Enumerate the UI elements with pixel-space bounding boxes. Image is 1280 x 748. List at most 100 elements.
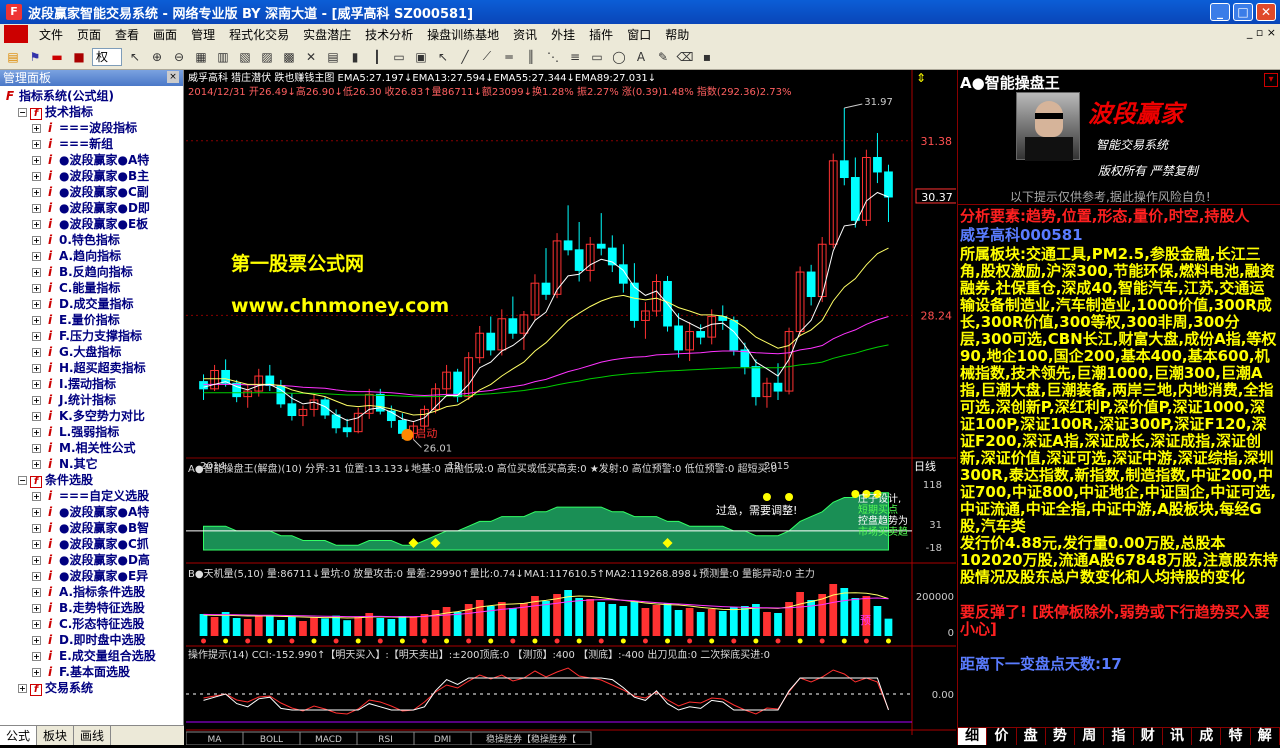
bottom-tab-label[interactable]: 稳操胜券【稳操胜券【 <box>486 733 576 745</box>
expand-icon[interactable]: + <box>32 652 41 661</box>
tree-item[interactable]: − f 条件选股 <box>0 472 184 488</box>
minus-icon[interactable]: ▬ <box>48 48 66 66</box>
tree-item[interactable]: + i F.压力支撑指标 <box>0 328 184 344</box>
info-tab-4[interactable]: 周 <box>1075 728 1105 745</box>
close-button[interactable]: ✕ <box>1256 3 1276 21</box>
tree-item[interactable]: + i B.反趋向指标 <box>0 264 184 280</box>
tree-item[interactable]: + i E.量价指标 <box>0 312 184 328</box>
info-tab-8[interactable]: 成 <box>1192 728 1222 745</box>
panel-tab-0[interactable]: 公式 <box>0 726 38 745</box>
info-tab-1[interactable]: 价 <box>987 728 1017 745</box>
expand-icon[interactable]: + <box>32 412 41 421</box>
menu-9[interactable]: 资讯 <box>506 26 544 43</box>
layout-icon[interactable]: ▥ <box>214 48 232 66</box>
expand-icon[interactable]: + <box>32 588 41 597</box>
close-panel-icon[interactable]: × <box>167 71 179 83</box>
expand-icon[interactable]: + <box>32 220 41 229</box>
stop-icon[interactable]: ■ <box>70 48 88 66</box>
info-tab-0[interactable]: 细 <box>958 728 988 745</box>
tree-item[interactable]: + i 0.特色指标 <box>0 232 184 248</box>
stats-icon[interactable]: ▨ <box>258 48 276 66</box>
tree-item[interactable]: + i ===新组 <box>0 136 184 152</box>
tree-item[interactable]: + i ●波段赢家●B主 <box>0 168 184 184</box>
expand-icon[interactable]: + <box>18 684 27 693</box>
fan-icon[interactable]: ⋱ <box>544 48 562 66</box>
tree-item[interactable]: + i J.统计指标 <box>0 392 184 408</box>
expand-icon[interactable]: + <box>32 204 41 213</box>
expand-icon[interactable]: + <box>32 236 41 245</box>
panel-tab-1[interactable]: 板块 <box>37 726 75 745</box>
tree-item[interactable]: − f 技术指标 <box>0 104 184 120</box>
tree-item[interactable]: + i I.摆动指标 <box>0 376 184 392</box>
eraser-icon[interactable]: ⌫ <box>676 48 694 66</box>
expand-icon[interactable]: + <box>32 332 41 341</box>
tree-item[interactable]: + i H.超买超卖指标 <box>0 360 184 376</box>
expand-icon[interactable]: + <box>32 396 41 405</box>
tree-item[interactable]: + i A.趋向指标 <box>0 248 184 264</box>
tree-item[interactable]: + i K.多空势力对比 <box>0 408 184 424</box>
tree-item[interactable]: + i M.相关性公式 <box>0 440 184 456</box>
cursor-icon[interactable]: ↖ <box>126 48 144 66</box>
tree-item[interactable]: + i G.大盘指标 <box>0 344 184 360</box>
expand-icon[interactable]: + <box>32 460 41 469</box>
bottom-tab-label[interactable]: MACD <box>315 735 342 745</box>
expand-icon[interactable]: + <box>32 364 41 373</box>
menu-11[interactable]: 插件 <box>582 26 620 43</box>
menu-2[interactable]: 查看 <box>108 26 146 43</box>
tree-item[interactable]: F 指标系统(公式组) <box>0 88 184 104</box>
table-icon[interactable]: ▤ <box>324 48 342 66</box>
menu-4[interactable]: 管理 <box>184 26 222 43</box>
zoom-out-icon[interactable]: ⊖ <box>170 48 188 66</box>
tree-item[interactable]: + i ===波段指标 <box>0 120 184 136</box>
expand-icon[interactable]: + <box>32 300 41 309</box>
ellipse-icon[interactable]: ◯ <box>610 48 628 66</box>
open-icon[interactable]: ▤ <box>4 48 22 66</box>
tree-item[interactable]: + i C.能量指标 <box>0 280 184 296</box>
expand-icon[interactable]: + <box>32 140 41 149</box>
maximize-button[interactable]: □ <box>1233 3 1253 21</box>
expand-icon[interactable]: + <box>32 572 41 581</box>
tree-item[interactable]: + i ●波段赢家●B智 <box>0 520 184 536</box>
expand-icon[interactable]: + <box>32 380 41 389</box>
tree-item[interactable]: + i E.成交量组合选股 <box>0 648 184 664</box>
tree-item[interactable]: + i L.强弱指标 <box>0 424 184 440</box>
tree-item[interactable]: + i B.走势特征选股 <box>0 600 184 616</box>
expand-icon[interactable]: + <box>32 636 41 645</box>
expand-icon[interactable]: + <box>32 348 41 357</box>
rect-icon[interactable]: ▭ <box>588 48 606 66</box>
bottom-tab-label[interactable]: DMI <box>434 735 451 745</box>
monitor-icon[interactable]: ▣ <box>412 48 430 66</box>
tree-item[interactable]: + i D.即时盘中选股 <box>0 632 184 648</box>
tree-item[interactable]: + i C.形态特征选股 <box>0 616 184 632</box>
info-tab-2[interactable]: 盘 <box>1016 728 1046 745</box>
tree-item[interactable]: + i ●波段赢家●A特 <box>0 152 184 168</box>
expand-icon[interactable]: + <box>32 604 41 613</box>
expand-icon[interactable]: + <box>32 540 41 549</box>
panel-tab-2[interactable]: 画线 <box>74 726 112 745</box>
window-icon[interactable]: ▭ <box>390 48 408 66</box>
expand-icon[interactable]: + <box>32 156 41 165</box>
expand-icon[interactable]: + <box>32 284 41 293</box>
info-tab-5[interactable]: 指 <box>1104 728 1134 745</box>
menu-10[interactable]: 外挂 <box>544 26 582 43</box>
expand-icon[interactable]: + <box>32 508 41 517</box>
tree-item[interactable]: + i A.指标条件选股 <box>0 584 184 600</box>
flag-icon[interactable]: ⚑ <box>26 48 44 66</box>
info-tab-6[interactable]: 财 <box>1133 728 1163 745</box>
tree-item[interactable]: + i ===自定义选股 <box>0 488 184 504</box>
pointer-icon[interactable]: ↖ <box>434 48 452 66</box>
tree-item[interactable]: + i ●波段赢家●C副 <box>0 184 184 200</box>
info-tab-10[interactable]: 解 <box>1250 728 1280 745</box>
save-icon[interactable]: ▪ <box>698 48 716 66</box>
tree-item[interactable]: + i ●波段赢家●E板 <box>0 216 184 232</box>
chart-icon[interactable]: ▧ <box>236 48 254 66</box>
tree-item[interactable]: + i ●波段赢家●D即 <box>0 200 184 216</box>
expand-icon[interactable]: + <box>32 252 41 261</box>
calendar-icon[interactable]: ▩ <box>280 48 298 66</box>
bottom-tab-label[interactable]: BOLL <box>260 735 283 745</box>
text-icon[interactable]: A <box>632 48 650 66</box>
bottom-tab-label[interactable]: RSI <box>378 735 393 745</box>
expand-icon[interactable]: + <box>32 316 41 325</box>
expand-icon[interactable]: + <box>32 172 41 181</box>
window-controls-icon[interactable]: _ ▫ × <box>1247 26 1276 39</box>
